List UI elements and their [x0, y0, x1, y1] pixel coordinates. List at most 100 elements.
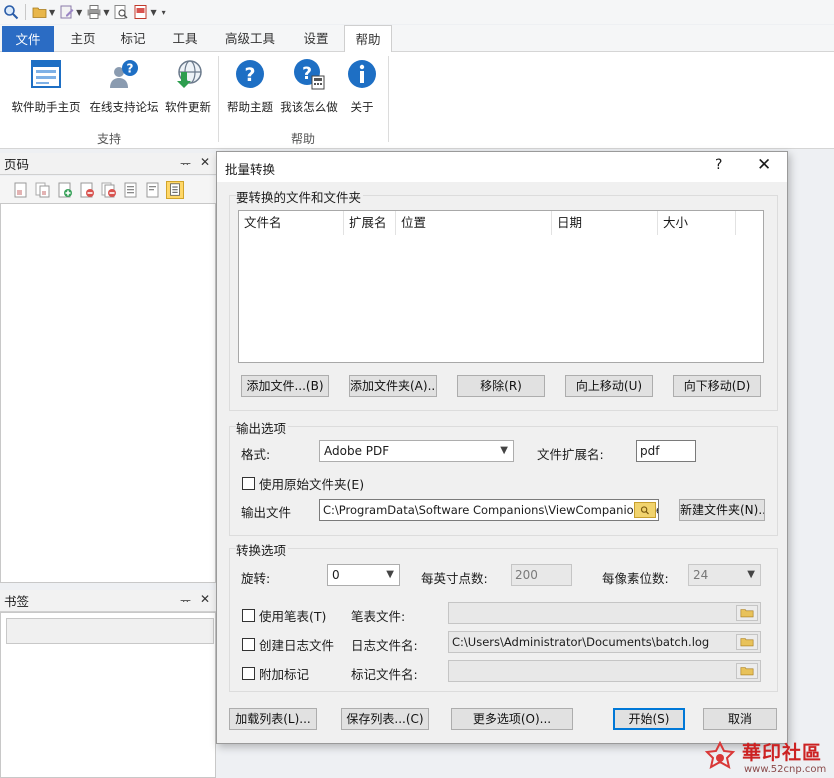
close-icon[interactable]: ✕ [757, 155, 771, 175]
web-page-icon [31, 60, 61, 88]
tab-mark[interactable]: 标记 [110, 25, 156, 52]
use-original-folder-checkbox[interactable]: 使用原始文件夹(E) [242, 474, 364, 493]
open-button[interactable]: ▼ [31, 2, 56, 22]
support-home-label: 软件助手主页 [11, 100, 81, 114]
create-log-checkbox[interactable]: 创建日志文件 [242, 635, 334, 654]
help-icon[interactable]: ? [715, 157, 722, 173]
customize-toolbar-button[interactable]: ▾ [160, 2, 167, 22]
dialog-title: 批量转换 [225, 162, 276, 177]
online-forum-label: 在线支持论坛 [89, 100, 159, 114]
add-file-button[interactable]: 添加文件...(B) [241, 375, 329, 397]
add-folder-button[interactable]: 添加文件夹(A)... [349, 375, 437, 397]
edit-button[interactable]: ▼ [58, 2, 83, 22]
page-copy-icon[interactable] [34, 181, 52, 199]
browse-folder-icon[interactable] [634, 502, 656, 518]
load-list-button[interactable]: 加载列表(L)... [229, 708, 317, 730]
dropdown-arrow-icon: ▼ [103, 7, 110, 17]
tab-settings[interactable]: 设置 [292, 25, 340, 52]
dropdown-arrow-icon: ▼ [49, 7, 56, 17]
tab-home[interactable]: 主页 [60, 25, 106, 52]
pdf-icon [134, 5, 147, 19]
use-pen-table-label: 使用笔表(T) [259, 609, 327, 624]
dpi-input[interactable]: 200 [511, 564, 572, 586]
bpp-select[interactable]: 24 ▼ [688, 564, 761, 586]
attach-mark-checkbox[interactable]: 附加标记 [242, 664, 309, 683]
move-up-button[interactable]: 向上移动(U) [565, 375, 653, 397]
dpi-label: 每英寸点数: [421, 571, 488, 586]
format-value: Adobe PDF [324, 444, 390, 458]
output-path-input[interactable]: C:\ProgramData\Software Companions\ViewC… [319, 499, 659, 521]
log-file-input[interactable]: C:\Users\Administrator\Documents\batch.l… [448, 631, 761, 653]
pin-icon[interactable]: ᅲ [180, 592, 191, 609]
format-select[interactable]: Adobe PDF ▼ [319, 440, 514, 462]
forum-users-icon: ? [110, 60, 138, 88]
extension-label: 文件扩展名: [537, 447, 604, 462]
online-forum-button[interactable]: ? 在线支持论坛 [86, 58, 162, 115]
bpp-value: 24 [693, 568, 709, 582]
preview-button[interactable] [112, 2, 130, 22]
files-list[interactable]: 文件名 扩展名 位置 日期 大小 [238, 210, 764, 363]
tab-tools[interactable]: 工具 [162, 25, 208, 52]
use-original-folder-label: 使用原始文件夹(E) [259, 477, 365, 492]
bookmarks-pane-title: 书签 [4, 594, 30, 609]
about-button[interactable]: 关于 [342, 58, 382, 115]
page-add-icon[interactable] [56, 181, 74, 199]
column-size[interactable]: 大小 [658, 211, 736, 235]
tab-file[interactable]: 文件 [2, 26, 54, 53]
globe-download-icon [177, 60, 202, 88]
use-pen-table-checkbox[interactable]: 使用笔表(T) [242, 606, 326, 625]
close-icon[interactable]: ✕ [200, 592, 210, 606]
page-prev-icon[interactable] [12, 181, 30, 199]
magnifier-icon [4, 5, 19, 20]
new-folder-button[interactable]: 新建文件夹(N)... [679, 499, 765, 521]
start-button[interactable]: 开始(S) [613, 708, 685, 730]
folder-icon[interactable] [736, 663, 758, 679]
how-to-button[interactable]: ? 我该怎么做 [278, 58, 340, 115]
help-topics-label: 帮助主题 [227, 100, 273, 114]
convert-group-label: 转换选项 [236, 540, 289, 559]
pin-icon[interactable]: ᅲ [180, 155, 191, 172]
remove-button[interactable]: 移除(R) [457, 375, 545, 397]
log-file-value: C:\Users\Administrator\Documents\batch.l… [452, 635, 710, 649]
tab-help[interactable]: 帮助 [344, 25, 392, 53]
group-separator [388, 56, 389, 142]
save-list-button[interactable]: 保存列表...(C) [341, 708, 429, 730]
column-filename[interactable]: 文件名 [239, 211, 344, 235]
search-button[interactable] [2, 2, 20, 22]
column-extension[interactable]: 扩展名 [344, 211, 396, 235]
printer-icon [87, 5, 101, 19]
page-remove-icon[interactable] [78, 181, 96, 199]
help-topics-button[interactable]: ? 帮助主题 [224, 58, 276, 115]
extension-input[interactable]: pdf [636, 440, 696, 462]
column-location[interactable]: 位置 [396, 211, 552, 235]
support-home-button[interactable]: 软件助手主页 [8, 58, 84, 115]
export-pdf-button[interactable]: ▼ [132, 2, 157, 22]
edit-icon [60, 5, 74, 19]
rotate-select[interactable]: 0 ▼ [327, 564, 400, 586]
folder-icon[interactable] [736, 634, 758, 650]
column-date[interactable]: 日期 [552, 211, 658, 235]
folder-icon[interactable] [736, 605, 758, 621]
software-update-button[interactable]: 软件更新 [162, 58, 214, 115]
checkbox-box [242, 667, 255, 680]
page-remove-all-icon[interactable] [100, 181, 118, 199]
checkbox-box [242, 638, 255, 651]
help-calculator-icon: ? [294, 59, 325, 90]
tab-advanced-tools[interactable]: 高级工具 [216, 25, 284, 52]
page-view-icon[interactable] [166, 180, 184, 199]
more-options-button[interactable]: 更多选项(O)... [451, 708, 573, 730]
software-update-label: 软件更新 [165, 100, 211, 114]
move-down-button[interactable]: 向下移动(D) [673, 375, 761, 397]
print-button[interactable]: ▼ [85, 2, 110, 22]
mark-file-input[interactable] [448, 660, 761, 682]
customize-arrow-icon: ▾ [161, 7, 166, 17]
ribbon-panel: 软件助手主页 ? 在线支持论坛 软件更新 支持 ? 帮助主题 ? 我该怎么做 关… [0, 52, 834, 149]
close-icon[interactable]: ✕ [200, 155, 210, 169]
pen-file-input[interactable] [448, 602, 761, 624]
pages-list[interactable] [0, 203, 216, 583]
page-lines-icon[interactable] [122, 181, 140, 199]
log-file-label: 日志文件名: [351, 638, 418, 653]
rotate-label: 旋转: [241, 571, 271, 586]
page-text-icon[interactable] [144, 181, 162, 199]
cancel-button[interactable]: 取消 [703, 708, 777, 730]
